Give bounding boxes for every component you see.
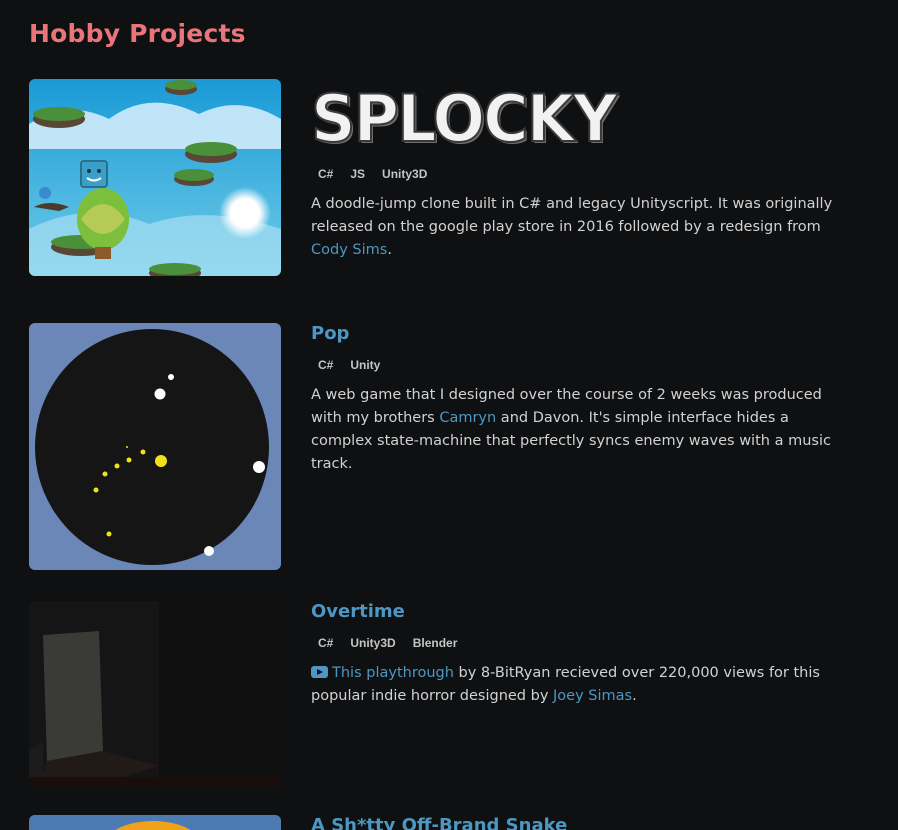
link-cody-sims[interactable]: Cody Sims — [311, 242, 387, 258]
tag-list: C# Unity — [311, 358, 851, 372]
tag-list: C# JS Unity3D — [311, 167, 851, 181]
project-card-splocky: SPLOCKY C# JS Unity3D A doodle-jump clon… — [29, 79, 849, 279]
tag: Unity3D — [382, 167, 428, 181]
overtime-screenshot — [29, 601, 281, 787]
tag: Unity3D — [350, 636, 396, 650]
project-body-overtime: Overtime C# Unity3D Blender This playthr… — [311, 601, 851, 708]
link-playthrough[interactable]: This playthrough — [332, 665, 454, 681]
project-description: A doodle-jump clone built in C# and lega… — [311, 193, 851, 262]
link-camryn[interactable]: Camryn — [439, 410, 496, 426]
project-thumbnail-splocky[interactable] — [29, 79, 281, 276]
splocky-screenshot — [29, 79, 281, 276]
description-text: . — [387, 242, 392, 258]
project-body-splocky: SPLOCKY C# JS Unity3D A doodle-jump clon… — [310, 79, 851, 262]
description-text: . — [632, 688, 637, 704]
project-card-snake: A Sh*tty Off-Brand Snake — [29, 815, 849, 830]
project-title[interactable]: Overtime — [311, 601, 851, 622]
project-thumbnail-overtime[interactable] — [29, 601, 281, 787]
tag: JS — [350, 167, 366, 181]
tag: C# — [318, 167, 334, 181]
description-text: A doodle-jump clone built in C# and lega… — [311, 196, 833, 235]
snake-screenshot — [29, 815, 281, 830]
page: Hobby Projects SPLOCKY C# JS Unity3D A d… — [0, 0, 898, 830]
project-thumbnail-pop[interactable] — [29, 323, 281, 570]
project-card-pop: Pop C# Unity A web game that I designed … — [29, 323, 849, 573]
project-description: This playthrough by 8-BitRyan recieved o… — [311, 662, 851, 708]
project-title[interactable]: A Sh*tty Off-Brand Snake — [311, 815, 849, 830]
youtube-icon[interactable] — [311, 666, 328, 678]
pop-screenshot — [29, 323, 281, 570]
tag: C# — [318, 636, 334, 650]
tag: Blender — [412, 636, 458, 650]
project-title[interactable]: Pop — [311, 323, 851, 344]
project-card-overtime: Overtime C# Unity3D Blender This playthr… — [29, 601, 849, 791]
section-title: Hobby Projects — [29, 19, 246, 48]
link-joey-simas[interactable]: Joey Simas — [553, 688, 632, 704]
project-thumbnail-snake[interactable] — [29, 815, 281, 830]
tag: C# — [318, 358, 334, 372]
splocky-logo: SPLOCKY — [310, 79, 619, 158]
project-body-snake: A Sh*tty Off-Brand Snake — [311, 815, 849, 830]
tag: Unity — [350, 358, 381, 372]
project-description: A web game that I designed over the cour… — [311, 384, 851, 476]
project-body-pop: Pop C# Unity A web game that I designed … — [311, 323, 851, 476]
tag-list: C# Unity3D Blender — [311, 636, 851, 650]
